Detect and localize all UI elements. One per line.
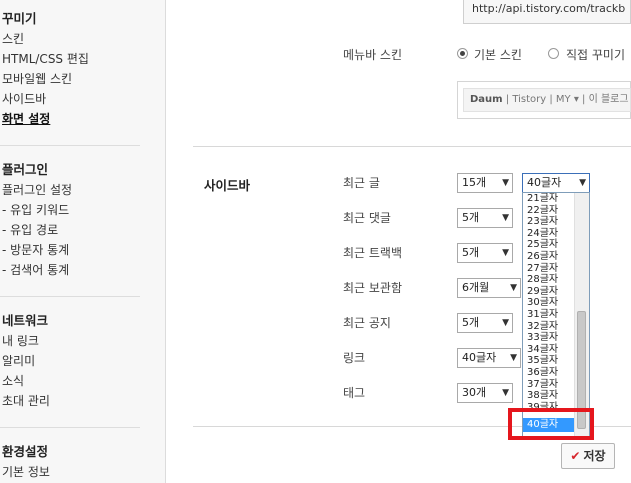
row-label-tag: 태그 [343, 386, 366, 400]
sidebar-title-design: 꾸미기 [2, 11, 37, 26]
dropdown-scrollbar[interactable] [574, 193, 589, 436]
dropdown-option[interactable]: 33글자 [523, 332, 575, 344]
sidebar-divider [0, 145, 140, 146]
menubar-skin-label: 메뉴바 스킨 [343, 48, 403, 62]
sidebar-item-mobile-skin[interactable]: 모바일웹 스킨 [2, 69, 152, 89]
sidebar-group-plugin: 플러그인 플러그인 설정 - 유입 키워드 - 유입 경로 - 방문자 통계 -… [2, 160, 152, 280]
section-divider [193, 146, 631, 147]
sidebar-item-my-link[interactable]: 내 링크 [2, 331, 152, 351]
select-recent-notice-count[interactable]: 5개 ▼ [457, 313, 513, 333]
sidebar-item-inflow-keyword[interactable]: - 유입 키워드 [2, 200, 152, 220]
dropdown-option[interactable]: 36글자 [523, 367, 575, 379]
select-value: 5개 [462, 246, 480, 259]
sidebar-item-skin[interactable]: 스킨 [2, 29, 152, 49]
dropdown-option[interactable]: 38글자 [523, 390, 575, 402]
sidebar-item-notifier[interactable]: 알리미 [2, 351, 152, 371]
sidebar-item-invite-manage[interactable]: 초대 관리 [2, 391, 152, 411]
sidebar-item-html-css[interactable]: HTML/CSS 편집 [2, 49, 152, 69]
dropdown-option[interactable]: 29글자 [523, 286, 575, 298]
dropdown-option[interactable]: 30글자 [523, 297, 575, 309]
select-link-chars[interactable]: 40글자 ▼ [457, 348, 521, 368]
sidebar-group-design: 꾸미기 스킨 HTML/CSS 편집 모바일웹 스킨 사이드바 화면 설정 [2, 9, 152, 129]
highlight-box [508, 408, 594, 440]
select-value: 6개월 [462, 281, 490, 294]
select-recent-archive-count[interactable]: 6개월 ▼ [457, 278, 521, 298]
select-value: 40글자 [462, 351, 497, 364]
dropdown-option[interactable]: 37글자 [523, 379, 575, 391]
radio-custom-skin-label: 직접 꾸미기 [566, 48, 626, 62]
sidebar-divider [0, 427, 140, 428]
sidebar-item-plugin-settings[interactable]: 플러그인 설정 [2, 180, 152, 200]
menubar-preview: Daum | Tistory | MY ▾ | 이 블로그 [457, 81, 631, 119]
select-recent-trackbacks-count[interactable]: 5개 ▼ [457, 243, 513, 263]
dropdown-option[interactable]: 24글자 [523, 228, 575, 240]
sidebar-title-network: 네트워크 [2, 313, 49, 328]
save-button[interactable]: ✔ 저장 [561, 443, 615, 469]
row-label-recent-trackbacks: 최근 트랙백 [343, 246, 403, 260]
select-value: 5개 [462, 316, 480, 329]
sidebar-item-search-stats[interactable]: - 검색어 통계 [2, 260, 152, 280]
dropdown-option[interactable]: 35글자 [523, 355, 575, 367]
row-label-recent-notice: 최근 공지 [343, 316, 391, 330]
chevron-down-icon: ▼ [502, 318, 509, 328]
chevron-down-icon: ▼ [579, 178, 586, 188]
row-label-link: 링크 [343, 351, 366, 365]
radio-default-skin-label: 기본 스킨 [474, 48, 522, 62]
menubar-preview-bar: Daum | Tistory | MY ▾ | 이 블로그 [463, 88, 631, 112]
sidebar-group-network: 네트워크 내 링크 알리미 소식 초대 관리 [2, 311, 152, 411]
sidebar-item-inflow-path[interactable]: - 유입 경로 [2, 220, 152, 240]
select-value: 15개 [462, 176, 487, 189]
radio-default-skin[interactable] [457, 48, 468, 59]
row-label-recent-archive: 최근 보관함 [343, 281, 403, 295]
menubar-rest: | Tistory | MY ▾ | 이 블로그 [505, 94, 629, 105]
row-label-recent-comments: 최근 댓글 [343, 211, 391, 225]
chevron-down-icon: ▼ [510, 353, 517, 363]
chevron-down-icon: ▼ [502, 388, 509, 398]
select-value: 40글자 [527, 176, 562, 189]
select-tag-count[interactable]: 30개 ▼ [457, 383, 513, 403]
chevron-down-icon: ▼ [502, 213, 509, 223]
sidebar-title-env: 환경설정 [2, 444, 49, 459]
dropdown-option[interactable]: 32글자 [523, 321, 575, 333]
sidebar-item-sidebar[interactable]: 사이드바 [2, 89, 152, 109]
dropdown-option[interactable]: 21글자 [523, 193, 575, 205]
sidebar: 꾸미기 스킨 HTML/CSS 편집 모바일웹 스킨 사이드바 화면 설정 플러… [0, 0, 166, 483]
chevron-down-icon: ▼ [510, 283, 517, 293]
radio-custom-skin[interactable] [548, 48, 559, 59]
sidebar-group-env: 환경설정 기본 정보 [2, 442, 152, 482]
sidebar-item-news[interactable]: 소식 [2, 371, 152, 391]
section-title-sidebar: 사이드바 [204, 178, 251, 193]
chevron-down-icon: ▼ [502, 248, 509, 258]
dropdown-option[interactable]: 22글자 [523, 205, 575, 217]
sidebar-item-basic-info[interactable]: 기본 정보 [2, 462, 152, 482]
sidebar-divider [0, 296, 140, 297]
dropdown-option[interactable]: 25글자 [523, 239, 575, 251]
dropdown-option[interactable]: 23글자 [523, 216, 575, 228]
chevron-down-icon: ▼ [502, 178, 509, 188]
sidebar-item-screen-settings[interactable]: 화면 설정 [2, 109, 152, 129]
url-field[interactable]: http://api.tistory.com/trackb [463, 0, 631, 24]
select-recent-posts-chars[interactable]: 40글자 ▼ [522, 173, 590, 193]
dropdown-option[interactable]: 26글자 [523, 251, 575, 263]
row-label-recent-posts: 최근 글 [343, 176, 380, 190]
dropdown-option[interactable]: 31글자 [523, 309, 575, 321]
dropdown-option[interactable]: 34글자 [523, 344, 575, 356]
select-recent-comments-count[interactable]: 5개 ▼ [457, 208, 513, 228]
chars-dropdown-list[interactable]: 21글자 22글자 23글자 24글자 25글자 26글자 27글자 28글자 29글자 30글자… [522, 192, 590, 437]
check-icon: ✔ [570, 449, 581, 463]
select-value: 5개 [462, 211, 480, 224]
select-recent-posts-count[interactable]: 15개 ▼ [457, 173, 513, 193]
sidebar-title-plugin: 플러그인 [2, 162, 49, 177]
select-value: 30개 [462, 386, 487, 399]
dropdown-option[interactable]: 28글자 [523, 274, 575, 286]
menubar-brand: Daum [470, 94, 503, 105]
sidebar-item-visitor-stats[interactable]: - 방문자 통계 [2, 240, 152, 260]
dropdown-option[interactable]: 27글자 [523, 263, 575, 275]
save-button-label: 저장 [583, 449, 606, 463]
